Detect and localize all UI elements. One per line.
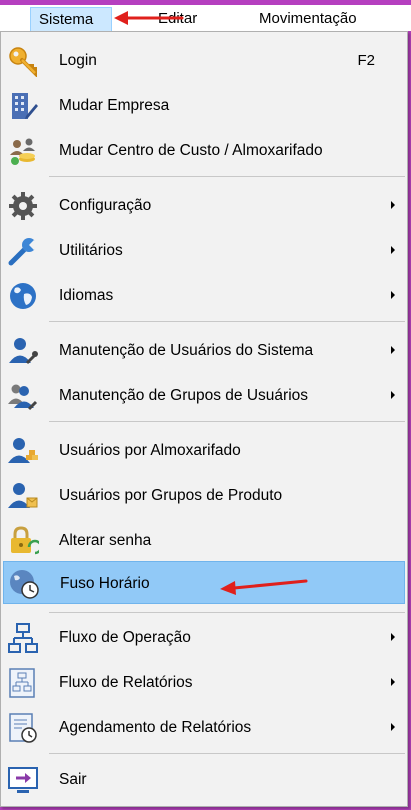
menu-item-alterar-senha[interactable]: Alterar senha xyxy=(3,519,405,562)
wrench-icon xyxy=(8,238,39,266)
menu-item-idiomas[interactable]: Idiomas xyxy=(3,274,405,317)
menu-item-utilitarios[interactable]: Utilitários xyxy=(3,229,405,272)
submenu-arrow-icon xyxy=(391,291,395,299)
report-flow-icon xyxy=(9,668,35,698)
menu-item-label: Usuários por Grupos de Produto xyxy=(59,487,283,504)
submenu-arrow-icon xyxy=(391,346,395,354)
menu-item-mudar-empresa[interactable]: Mudar Empresa xyxy=(3,84,405,127)
menu-item-label: Fluxo de Operação xyxy=(59,629,191,646)
menu-item-label: Login xyxy=(59,52,97,69)
menu-item-label: Fuso Horário xyxy=(60,575,150,592)
menu-item-fluxo-relatorios[interactable]: Fluxo de Relatórios xyxy=(3,661,405,704)
submenu-arrow-icon xyxy=(391,201,395,209)
user-products-icon xyxy=(8,483,38,508)
menu-item-label: Fluxo de Relatórios xyxy=(59,674,193,691)
menu-item-label: Idiomas xyxy=(59,287,114,304)
submenu-arrow-icon xyxy=(391,246,395,254)
menu-item-fuso-horario[interactable]: Fuso Horário xyxy=(3,561,405,604)
menu-item-label: Manutenção de Usuários do Sistema xyxy=(59,342,314,359)
menu-item-label: Utilitários xyxy=(59,242,123,259)
user-boxes-icon xyxy=(8,438,38,463)
shortcut-label: F2 xyxy=(357,52,375,69)
gear-icon xyxy=(9,192,37,220)
globe-icon xyxy=(10,283,36,309)
menu-item-label: Alterar senha xyxy=(59,532,152,549)
menu-item-label: Agendamento de Relatórios xyxy=(59,719,252,736)
menu-separator xyxy=(49,176,405,177)
menu-item-label: Usuários por Almoxarifado xyxy=(59,442,241,459)
menu-item-sair[interactable]: Sair xyxy=(3,758,405,801)
menu-item-configuracao[interactable]: Configuração xyxy=(3,184,405,227)
menu-bar: Sistema Editar Movimentação xyxy=(0,0,411,33)
submenu-arrow-icon xyxy=(391,391,395,399)
padlock-refresh-icon xyxy=(11,526,39,555)
users-coins-icon xyxy=(10,138,35,165)
menu-item-login[interactable]: Login F2 xyxy=(3,39,405,82)
menu-item-manutencao-usuarios[interactable]: Manutenção de Usuários do Sistema xyxy=(3,329,405,372)
submenu-arrow-icon xyxy=(391,723,395,731)
menu-item-fluxo-operacao[interactable]: Fluxo de Operação xyxy=(3,616,405,659)
menu-sistema[interactable]: Sistema xyxy=(30,7,112,33)
exit-monitor-icon xyxy=(8,767,38,793)
report-clock-icon xyxy=(9,713,37,743)
menu-item-mudar-centro-custo[interactable]: Mudar Centro de Custo / Almoxarifado xyxy=(3,129,405,172)
menu-separator xyxy=(49,321,405,322)
menu-item-label: Manutenção de Grupos de Usuários xyxy=(59,387,309,404)
menu-movimentacao[interactable]: Movimentação xyxy=(251,7,365,33)
building-edit-icon xyxy=(12,93,38,119)
menu-separator xyxy=(49,612,405,613)
annotation-arrow-icon xyxy=(114,11,184,25)
menu-item-manutencao-grupos[interactable]: Manutenção de Grupos de Usuários xyxy=(3,374,405,417)
menu-item-label: Mudar Empresa xyxy=(59,97,170,114)
globe-clock-icon xyxy=(10,570,39,599)
users-wrench-icon xyxy=(8,384,38,411)
menu-item-label: Configuração xyxy=(59,197,152,214)
menu-item-label: Mudar Centro de Custo / Almoxarifado xyxy=(59,142,323,159)
menu-item-agendamento-relatorios[interactable]: Agendamento de Relatórios xyxy=(3,706,405,749)
menu-item-label: Sair xyxy=(59,771,87,788)
menu-item-usuarios-almoxarifado[interactable]: Usuários por Almoxarifado xyxy=(3,429,405,472)
menu-separator xyxy=(49,753,405,754)
sistema-dropdown-menu: Login F2 Mudar Empresa Mudar Centro de C… xyxy=(0,31,408,807)
menu-separator xyxy=(49,421,405,422)
menu-item-usuarios-grupos-produto[interactable]: Usuários por Grupos de Produto xyxy=(3,474,405,517)
user-wrench-icon xyxy=(9,338,38,365)
submenu-arrow-icon xyxy=(391,678,395,686)
key-icon xyxy=(9,47,37,77)
annotation-arrow-icon xyxy=(220,579,308,595)
flowchart-icon xyxy=(8,623,38,653)
submenu-arrow-icon xyxy=(391,633,395,641)
